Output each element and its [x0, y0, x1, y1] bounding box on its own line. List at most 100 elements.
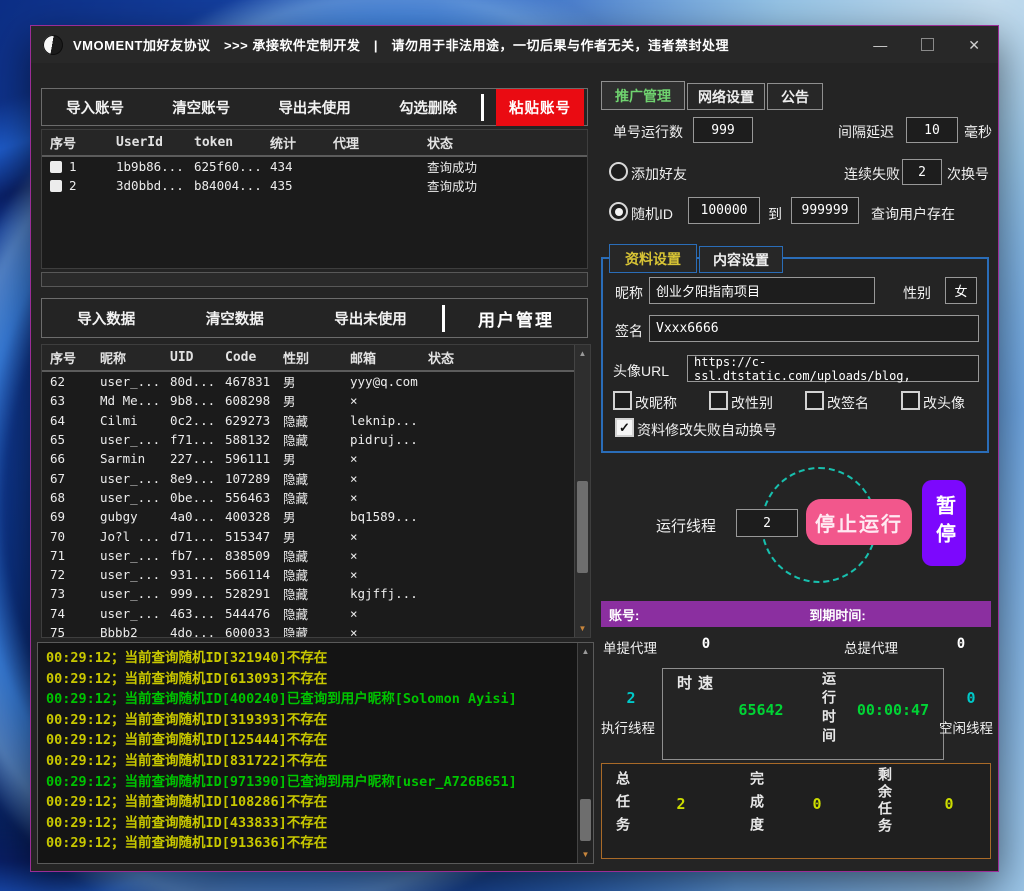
single-run-input[interactable]: 999	[693, 117, 753, 143]
row-checkbox[interactable]	[50, 180, 62, 192]
auto-switch-checkbox[interactable]: ✓	[615, 418, 634, 437]
fail-label: 连续失败	[844, 164, 900, 184]
table-row[interactable]: 65user_...f71...588132隐藏pidruj...	[42, 430, 590, 449]
random-id-radio[interactable]	[609, 202, 628, 221]
table-row[interactable]: 66Sarmin227...596111男×	[42, 449, 590, 468]
tab-content-settings[interactable]: 内容设置	[699, 246, 783, 273]
table-cell: 查询成功	[419, 176, 587, 195]
stop-run-button[interactable]: 停止运行	[806, 499, 912, 545]
table-row[interactable]: 69gubgy4a0...400328男bq1589...	[42, 507, 590, 526]
table-cell: 107289	[217, 471, 275, 486]
table-cell: bq1589...	[342, 509, 420, 524]
random-to-input[interactable]: 999999	[791, 197, 859, 224]
user-manage-button[interactable]: 用户管理	[478, 311, 554, 330]
titlebar: VMOMENT加好友协议 >>> 承接软件定制开发 | 请勿用于非法用途，一切后…	[31, 26, 998, 63]
random-from-input[interactable]: 100000	[688, 197, 760, 224]
table-cell: yyy@q.com	[342, 374, 420, 389]
pause-button[interactable]: 暂停	[922, 480, 966, 566]
fail-unit-label: 次换号	[947, 164, 989, 184]
tab-announcement[interactable]: 公告	[767, 83, 823, 110]
change-gender-checkbox[interactable]	[709, 391, 728, 410]
table-row[interactable]: 64Cilmi0c2...629273隐藏leknip...	[42, 411, 590, 430]
scroll-down-icon[interactable]: ▼	[575, 624, 590, 633]
column-header: UserId	[108, 135, 186, 150]
export-unused-accounts-button[interactable]: 导出未使用	[278, 97, 351, 118]
table-row[interactable]: 74user_...463...544476隐藏×	[42, 604, 590, 623]
scroll-up-icon[interactable]: ▲	[578, 647, 593, 656]
log-scrollbar[interactable]: ▲ ▼	[577, 643, 593, 863]
window-title: VMOMENT加好友协议 >>> 承接软件定制开发 | 请勿用于非法用途，一切后…	[73, 35, 729, 54]
column-header: 性别	[275, 348, 342, 367]
add-friend-radio[interactable]	[609, 162, 628, 181]
table-row[interactable]: 75Bbbb24do...600033隐藏×	[42, 623, 590, 638]
interval-label: 间隔延迟	[838, 122, 894, 142]
change-gender-label: 改性别	[731, 393, 773, 413]
log-panel[interactable]: 00:29:12；当前查询随机ID[321940]不存在00:29:12；当前查…	[37, 642, 594, 864]
scrollbar-thumb[interactable]	[577, 481, 588, 573]
table-cell: f71...	[162, 432, 217, 447]
clear-accounts-button[interactable]: 清空账号	[172, 97, 230, 118]
log-line: 00:29:12；当前查询随机ID[319393]不存在	[46, 710, 585, 731]
data-toolbar: 导入数据 清空数据 导出未使用 用户管理	[41, 298, 588, 338]
table-row[interactable]: 62user_...80d...467831男yyy@q.com	[42, 372, 590, 391]
fail-count-input[interactable]: 2	[902, 159, 942, 185]
table-cell: 596111	[217, 451, 275, 466]
table-row[interactable]: 72user_...931...566114隐藏×	[42, 565, 590, 584]
scroll-up-icon[interactable]: ▲	[575, 349, 590, 358]
scroll-down-icon[interactable]: ▼	[578, 850, 593, 859]
table-cell: 男	[275, 391, 342, 410]
change-avatar-checkbox[interactable]	[901, 391, 920, 410]
account-label: 账号:	[609, 605, 639, 624]
row-index-cell: 2	[42, 178, 108, 193]
log-line: 00:29:12；当前查询随机ID[400240]已查询到用户昵称[Solomo…	[46, 689, 585, 710]
table-cell: 566114	[217, 567, 275, 582]
clear-data-button[interactable]: 清空数据	[206, 308, 264, 329]
tab-network-settings[interactable]: 网络设置	[687, 83, 765, 110]
nickname-input[interactable]: 创业夕阳指南项目	[649, 277, 875, 304]
table-row[interactable]: 63Md Me...9b8...608298男×	[42, 391, 590, 410]
horizontal-scrollbar[interactable]	[41, 272, 588, 287]
table-row[interactable]: 11b9b86...625f60...434查询成功	[42, 157, 587, 176]
table-row[interactable]: 71user_...fb7...838509隐藏×	[42, 546, 590, 565]
table-row[interactable]: 23d0bbd...b84004...435查询成功	[42, 176, 587, 195]
import-data-button[interactable]: 导入数据	[77, 308, 135, 329]
table-cell: 71	[42, 548, 92, 563]
table-cell: 隐藏	[275, 469, 342, 488]
avatar-url-input[interactable]: https://c-ssl.dtstatic.com/uploads/blog,	[687, 355, 979, 382]
delete-checked-button[interactable]: 勾选删除	[399, 97, 457, 118]
table-row[interactable]: 68user_...0be...556463隐藏×	[42, 488, 590, 507]
table-cell: 625f60...	[186, 159, 262, 174]
expire-label: 到期时间:	[809, 605, 865, 624]
remain-task-label: 剩余任务	[875, 767, 895, 857]
minimize-button[interactable]: —	[873, 38, 887, 52]
close-button[interactable]: ✕	[968, 38, 980, 52]
table-cell: ×	[342, 567, 420, 582]
table-cell: 434	[262, 159, 325, 174]
tab-profile-settings[interactable]: 资料设置	[609, 244, 697, 273]
change-signature-checkbox[interactable]	[805, 391, 824, 410]
interval-input[interactable]: 10	[906, 117, 958, 143]
user-table-scrollbar[interactable]: ▲ ▼	[574, 345, 590, 637]
maximize-button[interactable]	[921, 38, 934, 51]
table-row[interactable]: 70Jo?l ...d71...515347男×	[42, 526, 590, 545]
table-cell: ×	[342, 529, 420, 544]
row-checkbox[interactable]	[50, 161, 62, 173]
table-cell: 查询成功	[419, 157, 587, 176]
exec-threads-value: 2	[603, 689, 659, 707]
scrollbar-thumb[interactable]	[580, 799, 591, 841]
auto-switch-label: 资料修改失败自动换号	[637, 420, 777, 440]
signature-input[interactable]: Vxxx6666	[649, 315, 979, 342]
table-cell: Sarmin	[92, 451, 162, 466]
run-thread-input[interactable]: 2	[736, 509, 798, 537]
change-nickname-checkbox[interactable]	[613, 391, 632, 410]
table-row[interactable]: 73user_...999...528291隐藏kgjffj...	[42, 584, 590, 603]
tab-promo-manage[interactable]: 推广管理	[601, 81, 685, 110]
column-header: UID	[162, 350, 217, 365]
single-run-label: 单号运行数	[613, 122, 683, 142]
table-row[interactable]: 67user_...8e9...107289隐藏×	[42, 468, 590, 487]
export-unused-data-button[interactable]: 导出未使用	[334, 308, 407, 329]
gender-input[interactable]: 女	[945, 277, 977, 304]
paste-accounts-button[interactable]: 粘贴账号	[496, 89, 584, 126]
import-accounts-button[interactable]: 导入账号	[66, 97, 124, 118]
table-cell: ×	[342, 451, 420, 466]
